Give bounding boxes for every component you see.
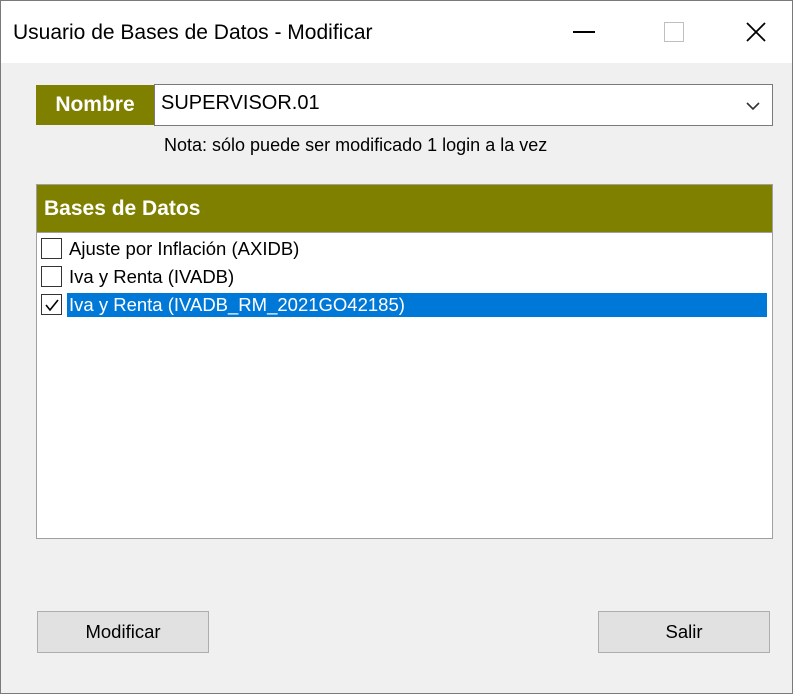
list-item[interactable]: Ajuste por Inflación (AXIDB) — [37, 235, 772, 263]
name-value: SUPERVISOR.01 — [161, 92, 320, 114]
list-item[interactable]: Iva y Renta (IVADB_RM_2021GO42185) — [37, 291, 772, 319]
minimize-button[interactable] — [539, 1, 629, 63]
close-button[interactable] — [719, 1, 792, 63]
databases-list[interactable]: Ajuste por Inflación (AXIDB) Iva y Renta… — [37, 232, 772, 538]
checkbox[interactable] — [41, 294, 62, 315]
list-item-label: Iva y Renta (IVADB_RM_2021GO42185) — [67, 293, 767, 317]
checkmark-icon — [44, 299, 59, 311]
exit-button[interactable]: Salir — [598, 611, 770, 653]
modify-button[interactable]: Modificar — [37, 611, 209, 653]
databases-panel: Bases de Datos Ajuste por Inflación (AXI… — [36, 184, 773, 539]
list-item-label: Ajuste por Inflación (AXIDB) — [69, 238, 300, 259]
name-label: Nombre — [36, 85, 154, 125]
minimize-icon — [573, 31, 595, 33]
checkbox[interactable] — [41, 266, 62, 287]
databases-header: Bases de Datos — [37, 185, 772, 232]
list-item[interactable]: Iva y Renta (IVADB) — [37, 263, 772, 291]
dialog-window: Usuario de Bases de Datos - Modificar No… — [0, 0, 793, 694]
chevron-down-icon[interactable] — [742, 93, 764, 117]
note-text: Nota: sólo puede ser modificado 1 login … — [164, 135, 548, 155]
maximize-icon — [664, 22, 684, 42]
checkbox[interactable] — [41, 238, 62, 259]
window-title: Usuario de Bases de Datos - Modificar — [13, 21, 373, 44]
maximize-button[interactable] — [629, 1, 719, 63]
close-icon — [745, 22, 766, 42]
title-bar[interactable]: Usuario de Bases de Datos - Modificar — [1, 1, 792, 63]
list-item-label: Iva y Renta (IVADB) — [69, 266, 235, 287]
name-combobox[interactable]: SUPERVISOR.01 — [154, 84, 773, 126]
